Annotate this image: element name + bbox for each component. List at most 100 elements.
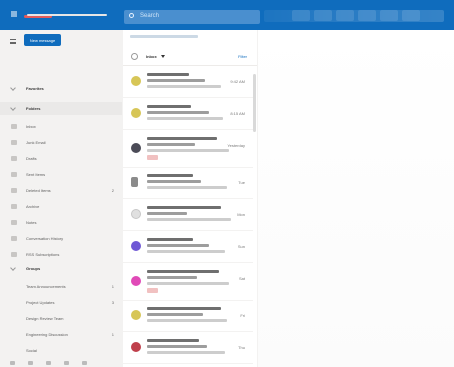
subject: [147, 180, 201, 183]
archive-icon: [11, 204, 17, 209]
group-label: Design Review Team: [26, 316, 64, 321]
folder-sent[interactable]: Sent Items: [0, 168, 122, 181]
folder-label: Junk Email: [26, 140, 46, 145]
folder-deleted[interactable]: Deleted Items 2: [0, 184, 122, 197]
new-message-button[interactable]: New message: [24, 34, 61, 46]
subject: [147, 244, 209, 247]
message-list-pane: Inbox Filter 9:42 AM 8:15 AM Yesterday T…: [123, 30, 257, 367]
folder-junk[interactable]: Junk Email: [0, 136, 122, 149]
avatar: [131, 76, 141, 86]
topbar: Search: [0, 0, 454, 30]
avatar: [131, 310, 141, 320]
people-icon[interactable]: [46, 361, 51, 365]
avatar: [131, 108, 141, 118]
chevron-down-icon[interactable]: [161, 55, 165, 58]
attachment-badge[interactable]: [147, 288, 158, 293]
app-launcher-icon[interactable]: [11, 11, 17, 17]
avatar: [131, 143, 141, 153]
sender: [147, 105, 191, 108]
message-time: 8:15 AM: [230, 111, 245, 116]
preview: [147, 186, 227, 189]
avatar: [131, 276, 141, 286]
message-item[interactable]: Fri: [123, 301, 253, 332]
subject: [147, 79, 205, 82]
sender: [147, 339, 199, 342]
message-item[interactable]: Sat: [123, 264, 253, 301]
reading-pane-empty: [258, 30, 454, 367]
message-list-header: Inbox Filter: [123, 48, 257, 66]
subject: [147, 313, 203, 316]
apps-icon[interactable]: [358, 10, 376, 21]
hamburger-icon[interactable]: [10, 39, 16, 44]
folder-drafts[interactable]: Drafts: [0, 152, 122, 165]
folder-conversation-history[interactable]: Conversation History: [0, 232, 122, 245]
folder-favorites[interactable]: Favorites: [0, 82, 122, 95]
mail-icon[interactable]: [10, 361, 15, 365]
group-engineering[interactable]: Engineering Discussion 1: [0, 328, 122, 341]
attach-icon[interactable]: [64, 361, 69, 365]
search-icon: [129, 13, 134, 18]
preview: [147, 149, 229, 152]
notes-icon: [11, 220, 17, 225]
deleted-icon: [11, 188, 17, 193]
group-project-updates[interactable]: Project Updates 3: [0, 296, 122, 309]
group-label: Project Updates: [26, 300, 55, 305]
search-placeholder: Search: [140, 13, 160, 19]
sender: [147, 307, 221, 310]
message-item[interactable]: Tue: [123, 168, 253, 199]
sender: [147, 206, 221, 209]
avatar: [131, 209, 141, 219]
folder-label: Inbox: [26, 124, 36, 129]
scrollbar[interactable]: [253, 74, 256, 132]
subject: [147, 276, 197, 279]
help-icon[interactable]: [314, 10, 332, 21]
preview: [147, 351, 225, 354]
search-input[interactable]: Search: [124, 10, 260, 24]
message-time: Thu: [238, 345, 245, 350]
folder-folders[interactable]: Folders: [0, 102, 122, 115]
sender: [147, 137, 217, 140]
sender: [147, 238, 193, 241]
folder-label: Archive: [26, 204, 40, 209]
folder-notes[interactable]: Notes: [0, 216, 122, 229]
select-all-checkbox[interactable]: [131, 53, 138, 60]
sender: [147, 174, 193, 177]
todo-icon[interactable]: [82, 361, 87, 365]
message-item[interactable]: Sun: [123, 232, 253, 263]
folder-archive[interactable]: Archive: [0, 200, 122, 213]
preview: [147, 319, 227, 322]
attachment-badge[interactable]: [147, 155, 158, 160]
message-item[interactable]: Yesterday: [123, 131, 253, 168]
subject: [147, 345, 207, 348]
preview: [147, 85, 221, 88]
sender: [147, 270, 219, 273]
folder-inbox[interactable]: Inbox: [0, 120, 122, 133]
message-item[interactable]: Mon: [123, 200, 253, 231]
chevron-down-icon: [10, 85, 16, 91]
calendar-icon[interactable]: [28, 361, 33, 365]
group-design-review[interactable]: Design Review Team: [0, 312, 122, 325]
folder-label: Favorites: [26, 86, 44, 91]
subject: [147, 111, 209, 114]
settings-icon[interactable]: [292, 10, 310, 21]
group-team-announcements[interactable]: Team Announcements 1: [0, 280, 122, 293]
avatar: [131, 177, 138, 187]
group-social[interactable]: Social: [0, 344, 122, 357]
profile-icon[interactable]: [380, 10, 398, 21]
filter-button[interactable]: Filter: [238, 54, 247, 59]
unread-count: 1: [111, 284, 114, 289]
subject: [147, 143, 195, 146]
folder-rss[interactable]: RSS Subscriptions: [0, 248, 122, 261]
message-item[interactable]: 8:15 AM: [123, 99, 253, 130]
more-icon[interactable]: [402, 10, 420, 21]
folder-label: RSS Subscriptions: [26, 252, 60, 257]
folder-label: Deleted Items: [26, 188, 51, 193]
preview: [147, 117, 223, 120]
folder-groups[interactable]: Groups: [0, 262, 122, 275]
message-item[interactable]: Thu: [123, 333, 253, 364]
rss-icon: [11, 252, 17, 257]
message-item[interactable]: 9:42 AM: [123, 67, 253, 98]
preview: [147, 250, 225, 253]
notifications-icon[interactable]: [336, 10, 354, 21]
left-pane: New message Favorites Folders Inbox Junk…: [0, 30, 122, 367]
